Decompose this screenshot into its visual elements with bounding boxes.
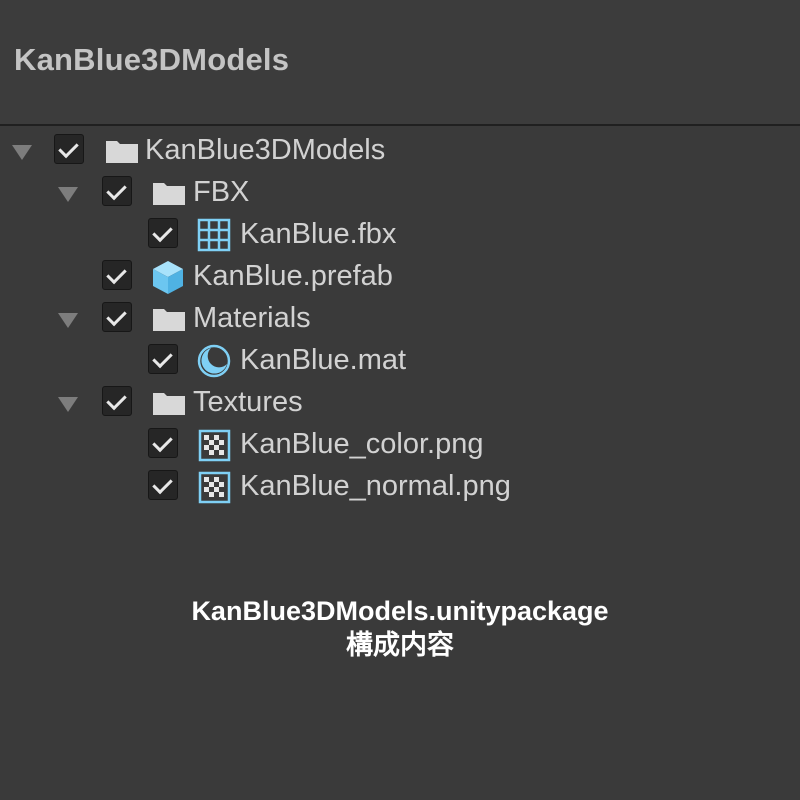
tree-item-label: Materials [193,302,311,334]
checkbox[interactable] [102,176,132,206]
tree-item-textures-folder[interactable]: Textures [0,382,800,424]
window-header: KanBlue3DModels [0,0,800,126]
expand-arrow-icon[interactable] [58,187,78,202]
tree-item-label: Textures [193,386,303,418]
tree-item-normal-texture[interactable]: KanBlue_normal.png [0,466,800,508]
tree-item-label: KanBlue_color.png [240,428,484,460]
folder-icon [151,385,187,421]
checkbox[interactable] [102,386,132,416]
tree-item-label: FBX [193,176,250,208]
tree-item-label: KanBlue.prefab [193,260,393,292]
tree-item-fbx-folder[interactable]: FBX [0,172,800,214]
checkbox[interactable] [102,302,132,332]
expand-arrow-icon[interactable] [58,313,78,328]
folder-icon [104,133,140,169]
tree-item-label: KanBlue.fbx [240,218,397,250]
tree-item-material-file[interactable]: KanBlue.mat [0,340,800,382]
tree-item-materials-folder[interactable]: Materials [0,298,800,340]
tree-item-prefab-file[interactable]: KanBlue.prefab [0,256,800,298]
caption: KanBlue3DModels.unitypackage 構成内容 [0,594,800,662]
checkbox[interactable] [148,470,178,500]
tree-item-root-folder[interactable]: KanBlue3DModels [0,130,800,172]
checkbox[interactable] [148,344,178,374]
package-contents-tree: KanBlue3DModels FBX KanBlue.fbx KanBlue.… [0,130,800,508]
checkbox[interactable] [54,134,84,164]
tree-item-color-texture[interactable]: KanBlue_color.png [0,424,800,466]
caption-package-name: KanBlue3DModels.unitypackage [191,596,609,626]
material-sphere-icon [197,343,233,379]
tree-item-fbx-file[interactable]: KanBlue.fbx [0,214,800,256]
window-title: KanBlue3DModels [14,42,290,77]
tree-item-label: KanBlue3DModels [145,134,386,166]
tree-item-label: KanBlue.mat [240,344,407,376]
texture-checker-icon [197,469,233,505]
expand-arrow-icon[interactable] [58,397,78,412]
checkbox[interactable] [148,218,178,248]
tree-item-label: KanBlue_normal.png [240,470,511,502]
prefab-cube-icon [150,259,186,295]
texture-checker-icon [197,427,233,463]
checkbox[interactable] [148,428,178,458]
folder-icon [151,301,187,337]
checkbox[interactable] [102,260,132,290]
folder-icon [151,175,187,211]
expand-arrow-icon[interactable] [12,145,32,160]
caption-subtitle: 構成内容 [346,630,454,660]
mesh-grid-icon [197,217,233,253]
